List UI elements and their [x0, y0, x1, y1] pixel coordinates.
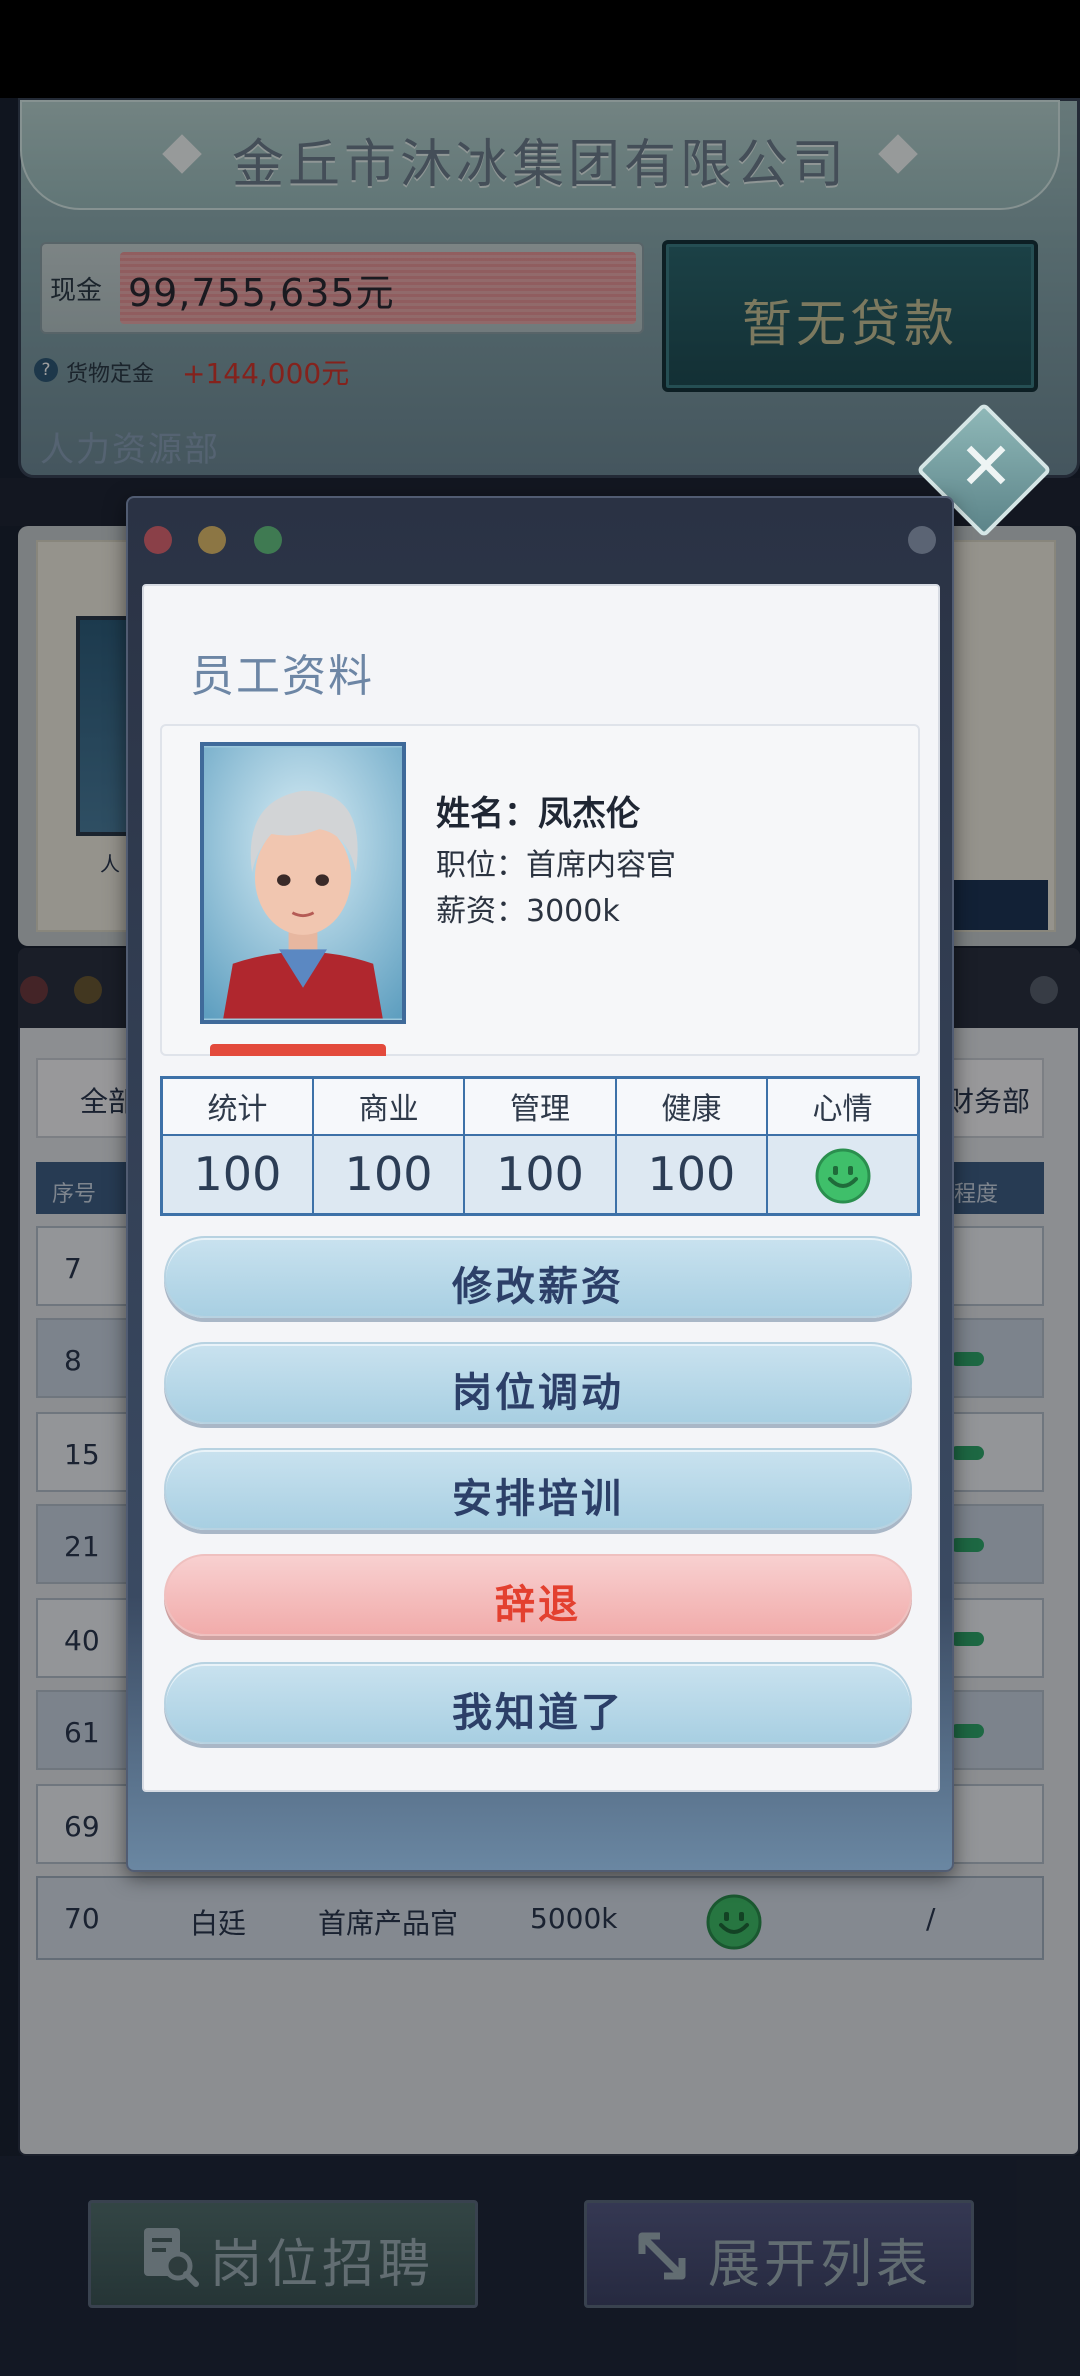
- dialog-close-dot: [144, 526, 172, 554]
- stat-header-health: 健康: [614, 1076, 769, 1136]
- dialog-minimize-dot: [198, 526, 226, 554]
- status-bar: [0, 0, 1080, 98]
- dialog-maximize-dot: [254, 526, 282, 554]
- ok-label: 我知道了: [452, 1690, 624, 1736]
- dialog-menu-dot: [908, 526, 936, 554]
- change-salary-label: 修改薪资: [452, 1264, 624, 1310]
- stat-header-mood: 心情: [766, 1076, 920, 1136]
- close-icon: ✕: [958, 428, 1014, 505]
- stat-header-statistics: 统计: [160, 1076, 314, 1136]
- stat-value-statistics: 100: [160, 1133, 314, 1216]
- employee-position: 职位：首席内容官: [436, 848, 676, 883]
- stat-header-business: 商业: [311, 1076, 466, 1136]
- dialog-title: 员工资料: [190, 651, 374, 702]
- stat-value-management: 100: [463, 1133, 617, 1216]
- stat-value-business: 100: [311, 1133, 466, 1216]
- employee-salary: 薪资：3000k: [436, 894, 620, 929]
- smiley-icon: [815, 1148, 871, 1204]
- transfer-label: 岗位调动: [452, 1370, 624, 1416]
- employee-name: 姓名：凤杰伦: [436, 794, 640, 834]
- stat-header-management: 管理: [463, 1076, 617, 1136]
- portrait-tag: [210, 1044, 386, 1056]
- stat-value-health: 100: [614, 1133, 769, 1216]
- stat-value-mood: [766, 1133, 920, 1216]
- dismiss-label: 辞退: [495, 1582, 581, 1628]
- training-label: 安排培训: [452, 1476, 624, 1522]
- avatar: [200, 742, 406, 1024]
- portrait-image: [204, 747, 402, 1019]
- stats-table: 统计 商业 管理 健康 心情 100 100 100 100: [160, 1076, 920, 1216]
